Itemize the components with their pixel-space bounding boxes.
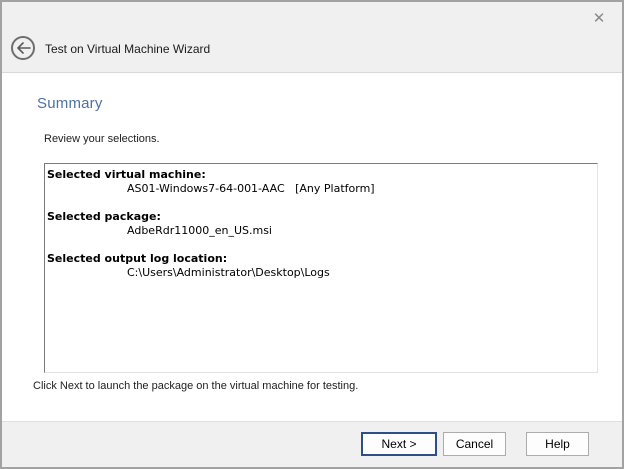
back-button[interactable] (11, 36, 35, 60)
summary-entry-log-location: Selected output log location: C:\Users\A… (47, 252, 595, 280)
next-instruction: Click Next to launch the package on the … (33, 380, 358, 392)
window-title: Test on Virtual Machine Wizard (45, 30, 210, 68)
summary-entry-value: C:\Users\Administrator\Desktop\Logs (127, 266, 595, 280)
page-title: Summary (37, 95, 103, 112)
summary-entry-package: Selected package: AdbeRdr11000_en_US.msi (47, 210, 595, 238)
summary-entry-label: Selected output log location: (47, 252, 595, 266)
wizard-header: Test on Virtual Machine Wizard (2, 30, 622, 73)
wizard-dialog: ✕ Test on Virtual Machine Wizard Summary… (0, 0, 624, 469)
button-bar: Next > Cancel Help (2, 421, 622, 469)
wizard-content: Summary Review your selections. Selected… (2, 73, 622, 421)
summary-entry-label: Selected package: (47, 210, 595, 224)
summary-box: Selected virtual machine: AS01-Windows7-… (44, 163, 598, 373)
review-instruction: Review your selections. (44, 133, 160, 145)
summary-entry-virtual-machine: Selected virtual machine: AS01-Windows7-… (47, 168, 595, 196)
next-button[interactable]: Next > (361, 432, 437, 456)
back-arrow-icon (16, 42, 31, 54)
cancel-button[interactable]: Cancel (443, 432, 506, 456)
summary-entry-label: Selected virtual machine: (47, 168, 595, 182)
help-button[interactable]: Help (526, 432, 589, 456)
close-icon[interactable]: ✕ (588, 7, 610, 29)
summary-entry-value: AdbeRdr11000_en_US.msi (127, 224, 595, 238)
summary-entry-value: AS01-Windows7-64-001-AAC [Any Platform] (127, 182, 595, 196)
